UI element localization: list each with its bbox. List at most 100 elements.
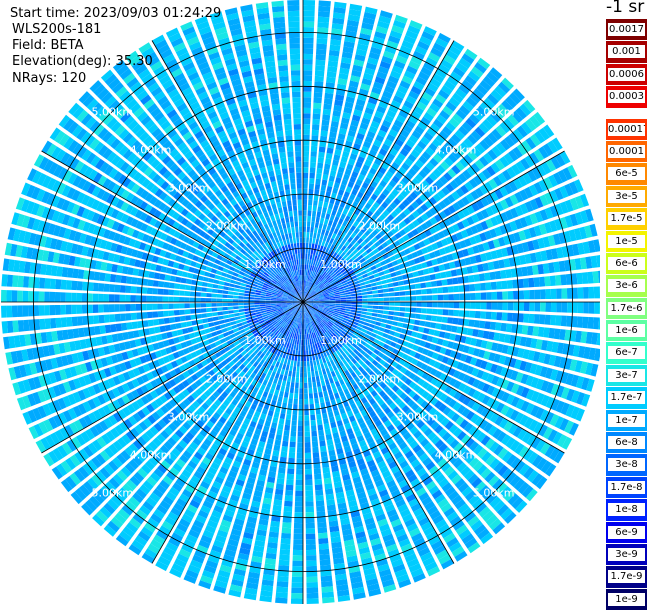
gate-cell <box>287 469 294 475</box>
gate-cell <box>100 325 106 334</box>
gate-cell <box>215 325 221 330</box>
gate-cell <box>308 382 312 388</box>
gate-cell <box>316 44 327 50</box>
gate-cell <box>588 317 594 329</box>
gate-cell <box>276 384 281 390</box>
gate-cell <box>301 324 302 329</box>
gate-cell <box>312 124 319 130</box>
gate-cell <box>239 309 245 312</box>
gate-cell <box>366 316 372 320</box>
gate-cell <box>279 391 284 397</box>
gate-cell <box>297 448 303 454</box>
gate-cell <box>540 289 546 299</box>
gate-cell <box>305 464 312 470</box>
gate-cell <box>284 370 288 376</box>
gate-cell <box>276 303 281 304</box>
gate-cell <box>288 398 293 404</box>
gate-cell <box>441 324 447 331</box>
gate-cell <box>351 291 357 294</box>
gate-cell <box>304 399 308 405</box>
gate-cell <box>276 592 288 598</box>
gate-cell <box>240 315 246 319</box>
gate-cell <box>303 108 311 114</box>
gate-cell <box>306 582 318 588</box>
gate-cell <box>324 478 332 484</box>
gate-cell <box>310 344 313 350</box>
gate-cell <box>319 0 331 6</box>
gate-cell <box>245 311 251 314</box>
gate-cell <box>464 311 470 318</box>
gate-cell <box>303 227 306 232</box>
gate-cell <box>245 314 251 318</box>
gate-cell <box>284 359 288 365</box>
gate-cell <box>351 296 357 299</box>
gate-cell <box>280 549 290 555</box>
gate-cell <box>286 365 290 371</box>
gate-cell <box>291 382 295 388</box>
gate-cell <box>317 365 321 371</box>
gate-cell <box>310 404 315 410</box>
gate-cell <box>371 283 377 287</box>
gate-cell <box>295 501 303 507</box>
gate-cell <box>372 286 378 290</box>
gate-cell <box>190 309 196 314</box>
gate-cell <box>304 345 306 350</box>
gate-cell <box>186 321 192 327</box>
gate-cell <box>315 222 319 228</box>
gate-cell <box>305 480 312 486</box>
gate-cell <box>277 368 282 374</box>
gate-cell <box>315 70 325 76</box>
gate-cell <box>459 310 465 317</box>
gate-cell <box>362 295 368 298</box>
gate-cell <box>356 308 362 311</box>
gate-cell <box>276 434 282 440</box>
gate-cell <box>255 305 261 307</box>
gate-cell <box>305 329 307 335</box>
gate-cell <box>327 439 334 445</box>
gate-cell <box>282 380 287 386</box>
gate-cell <box>317 163 323 169</box>
gate-cell <box>233 303 239 306</box>
gate-cell <box>303 103 311 109</box>
gate-cell <box>562 288 568 299</box>
gate-cell <box>378 302 384 305</box>
gate-cell <box>356 290 362 293</box>
gate-cell <box>305 264 307 270</box>
gate-cell <box>383 289 389 293</box>
gate-cell <box>303 43 313 49</box>
gate-cell <box>255 303 260 305</box>
gate-cell <box>303 221 306 227</box>
gate-cell <box>507 313 513 322</box>
gate-cell <box>415 283 421 288</box>
gate-cell <box>582 317 588 329</box>
gate-cell <box>556 302 562 312</box>
gate-cell <box>303 38 314 44</box>
gate-cell <box>442 279 448 285</box>
gate-cell <box>297 437 303 443</box>
gate-cell <box>281 538 291 544</box>
gate-cell <box>309 178 314 184</box>
gate-cell <box>528 278 534 288</box>
gate-cell <box>228 303 234 306</box>
gate-cell <box>244 306 250 309</box>
gate-cell <box>307 259 309 265</box>
gate-cell <box>292 350 295 356</box>
gate-cell <box>324 93 333 99</box>
gate-cell <box>277 478 285 484</box>
gate-cell <box>285 490 293 496</box>
gate-cell <box>495 322 501 331</box>
gate-cell <box>314 393 319 399</box>
gate-cell <box>303 135 310 141</box>
gate-cell <box>249 305 255 308</box>
gate-cell <box>556 289 562 299</box>
gate-cell <box>367 312 373 316</box>
gate-cell <box>312 130 319 136</box>
gate-cell <box>273 445 280 451</box>
gate-cell <box>311 151 317 157</box>
gate-cell <box>296 345 299 351</box>
gate-cell <box>309 399 313 405</box>
gate-cell <box>115 314 121 322</box>
gate-cell <box>309 350 312 356</box>
gate-cell <box>305 458 312 464</box>
gate-cell <box>317 381 321 387</box>
